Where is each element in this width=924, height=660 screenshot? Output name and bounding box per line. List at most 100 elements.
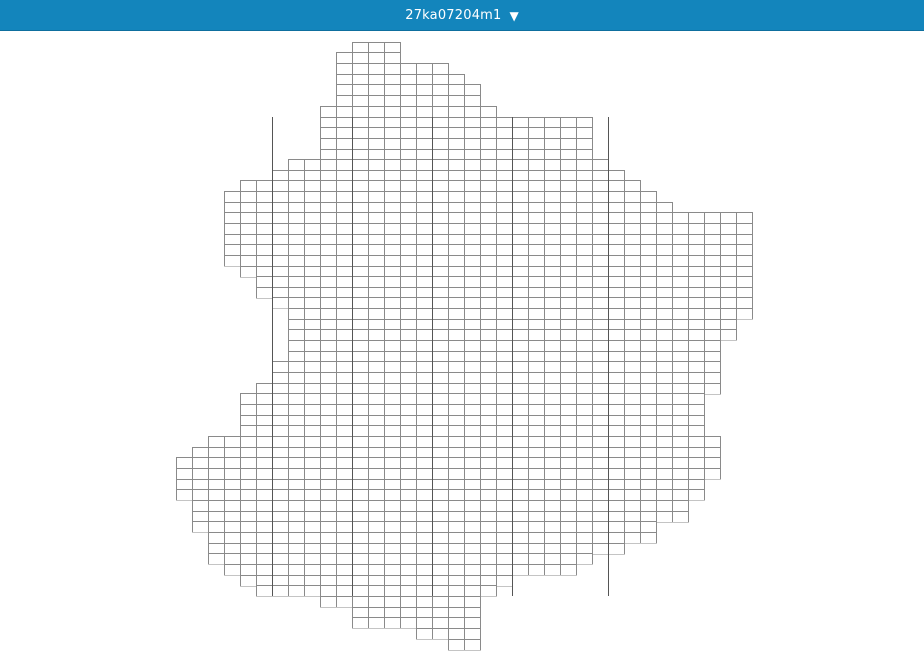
grid-cell[interactable] <box>384 127 401 139</box>
grid-cell[interactable] <box>656 308 673 320</box>
grid-cell[interactable] <box>352 404 369 416</box>
grid-cell[interactable] <box>672 297 689 309</box>
grid-cell[interactable] <box>416 276 433 288</box>
grid-cell[interactable] <box>512 234 529 246</box>
grid-cell[interactable] <box>400 84 417 96</box>
grid-cell[interactable] <box>560 234 577 246</box>
grid-cell[interactable] <box>320 543 337 555</box>
grid-cell[interactable] <box>368 585 385 597</box>
grid-cell[interactable] <box>384 329 401 341</box>
grid-cell[interactable] <box>480 351 497 363</box>
grid-cell[interactable] <box>688 319 705 331</box>
grid-cell[interactable] <box>560 202 577 214</box>
grid-cell[interactable] <box>448 404 465 416</box>
grid-cell[interactable] <box>640 308 657 320</box>
grid-cell[interactable] <box>368 191 385 203</box>
grid-cell[interactable] <box>336 149 353 161</box>
grid-cell[interactable] <box>624 287 641 299</box>
grid-cell[interactable] <box>480 297 497 309</box>
grid-cell[interactable] <box>544 383 561 395</box>
grid-cell[interactable] <box>528 372 545 384</box>
grid-cell[interactable] <box>544 404 561 416</box>
grid-cell[interactable] <box>320 276 337 288</box>
grid-cell[interactable] <box>288 457 305 469</box>
grid-cell[interactable] <box>464 425 481 437</box>
grid-cell[interactable] <box>336 308 353 320</box>
grid-cell[interactable] <box>304 564 321 576</box>
grid-cell[interactable] <box>352 329 369 341</box>
grid-cell[interactable] <box>256 447 273 459</box>
grid-cell[interactable] <box>368 244 385 256</box>
grid-cell[interactable] <box>656 340 673 352</box>
grid-cell[interactable] <box>448 297 465 309</box>
grid-cell[interactable] <box>384 170 401 182</box>
grid-cell[interactable] <box>528 436 545 448</box>
grid-cell[interactable] <box>432 383 449 395</box>
grid-cell[interactable] <box>448 532 465 544</box>
grid-cell[interactable] <box>416 372 433 384</box>
grid-cell[interactable] <box>560 297 577 309</box>
grid-cell[interactable] <box>576 138 593 150</box>
grid-cell[interactable] <box>528 340 545 352</box>
grid-cell[interactable] <box>432 425 449 437</box>
grid-cell[interactable] <box>624 511 641 523</box>
grid-cell[interactable] <box>432 351 449 363</box>
grid-cell[interactable] <box>528 319 545 331</box>
grid-cell[interactable] <box>448 639 465 651</box>
grid-cell[interactable] <box>656 447 673 459</box>
grid-cell[interactable] <box>432 95 449 107</box>
grid-cell[interactable] <box>672 351 689 363</box>
grid-cell[interactable] <box>448 308 465 320</box>
grid-cell[interactable] <box>576 404 593 416</box>
grid-cell[interactable] <box>240 489 257 501</box>
grid-cell[interactable] <box>528 191 545 203</box>
grid-cell[interactable] <box>336 393 353 405</box>
grid-cell[interactable] <box>336 191 353 203</box>
grid-cell[interactable] <box>192 479 209 491</box>
grid-cell[interactable] <box>192 521 209 533</box>
grid-cell[interactable] <box>640 511 657 523</box>
grid-cell[interactable] <box>624 319 641 331</box>
grid-cell[interactable] <box>480 468 497 480</box>
grid-cell[interactable] <box>592 468 609 480</box>
grid-cell[interactable] <box>336 383 353 395</box>
grid-cell[interactable] <box>544 553 561 565</box>
grid-cell[interactable] <box>208 500 225 512</box>
grid-cell[interactable] <box>448 319 465 331</box>
grid-cell[interactable] <box>512 553 529 565</box>
grid-cell[interactable] <box>304 468 321 480</box>
grid-cell[interactable] <box>448 351 465 363</box>
grid-cell[interactable] <box>256 564 273 576</box>
grid-cell[interactable] <box>352 95 369 107</box>
grid-cell[interactable] <box>528 276 545 288</box>
grid-cell[interactable] <box>672 436 689 448</box>
grid-cell[interactable] <box>368 42 385 54</box>
grid-cell[interactable] <box>576 553 593 565</box>
grid-cell[interactable] <box>416 585 433 597</box>
grid-cell[interactable] <box>304 255 321 267</box>
grid-cell[interactable] <box>576 468 593 480</box>
grid-cell[interactable] <box>480 447 497 459</box>
grid-cell[interactable] <box>288 436 305 448</box>
grid-cell[interactable] <box>416 543 433 555</box>
grid-cell[interactable] <box>352 319 369 331</box>
grid-cell[interactable] <box>352 42 369 54</box>
grid-cell[interactable] <box>624 372 641 384</box>
grid-cell[interactable] <box>352 585 369 597</box>
grid-cell[interactable] <box>224 447 241 459</box>
grid-cell[interactable] <box>256 575 273 587</box>
grid-cell[interactable] <box>224 479 241 491</box>
grid-cell[interactable] <box>608 479 625 491</box>
grid-cell[interactable] <box>496 553 513 565</box>
grid-cell[interactable] <box>672 489 689 501</box>
grid-cell[interactable] <box>656 361 673 373</box>
grid-cell[interactable] <box>448 244 465 256</box>
grid-cell[interactable] <box>368 212 385 224</box>
grid-cell[interactable] <box>512 180 529 192</box>
grid-cell[interactable] <box>368 511 385 523</box>
grid-cell[interactable] <box>672 255 689 267</box>
grid-cell[interactable] <box>432 436 449 448</box>
grid-cell[interactable] <box>480 575 497 587</box>
grid-cell[interactable] <box>384 138 401 150</box>
grid-cell[interactable] <box>688 340 705 352</box>
